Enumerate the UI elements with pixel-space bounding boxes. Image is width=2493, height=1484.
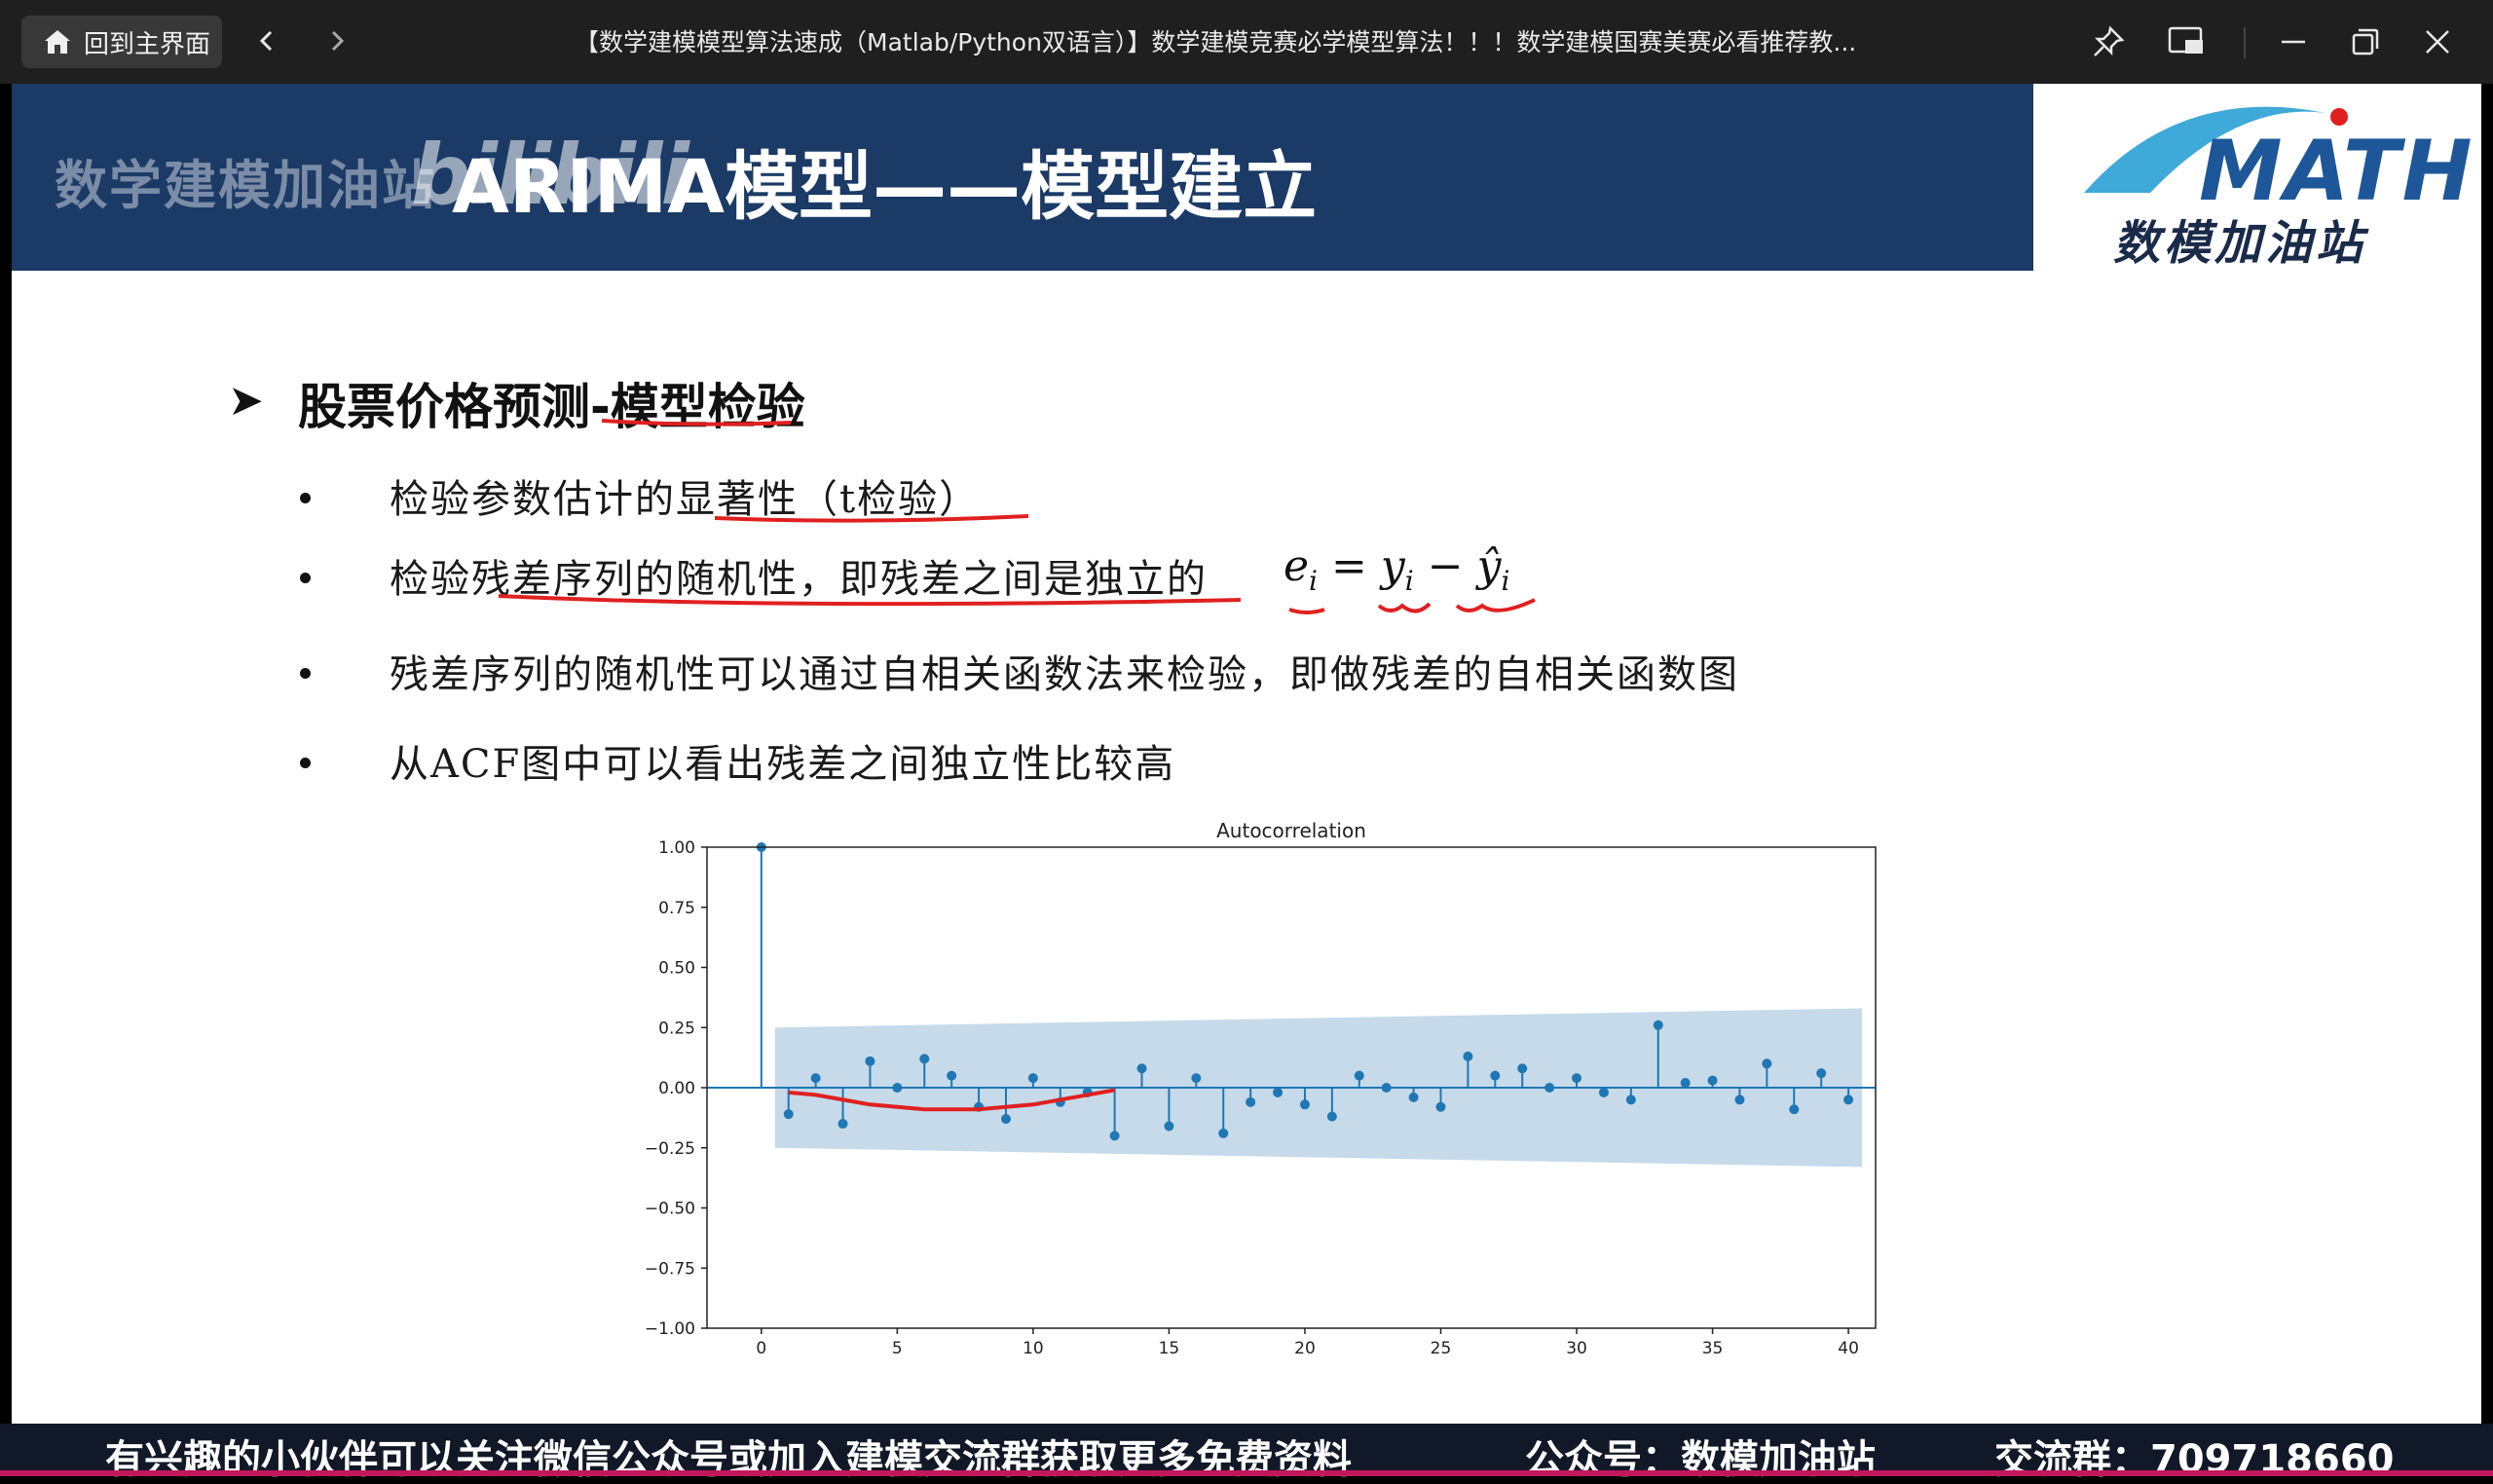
chevron-right-icon bbox=[331, 30, 345, 52]
bullet-3: 残差序列的随机性可以通过自相关函数法来检验，即做残差的自相关函数图 bbox=[390, 652, 1739, 697]
y-tick-label: 1.00 bbox=[658, 838, 695, 858]
acf-point-13 bbox=[1109, 1131, 1120, 1141]
acf-point-7 bbox=[947, 1070, 957, 1081]
acf-point-27 bbox=[1490, 1070, 1501, 1081]
acf-chart-svg: 1.00 0.75 0.50 0.25 0.00 −0.25 −0.50 −0.75 −1.00… bbox=[617, 816, 1887, 1371]
acf-point-16 bbox=[1191, 1073, 1202, 1084]
home-button-label: 回到主界面 bbox=[84, 29, 211, 59]
pin-icon bbox=[2094, 25, 2125, 56]
acf-point-31 bbox=[1598, 1087, 1609, 1097]
home-button[interactable]: 回到主界面 bbox=[21, 16, 222, 68]
acf-point-38 bbox=[1789, 1104, 1800, 1115]
slide-title: ARIMA模型——模型建立 bbox=[452, 143, 1318, 230]
pin-button[interactable] bbox=[2086, 19, 2131, 64]
acf-point-36 bbox=[1734, 1094, 1745, 1105]
y-tick-label: −0.50 bbox=[645, 1200, 695, 1219]
x-tick-label: 10 bbox=[1023, 1339, 1044, 1358]
window-title: 【数学建模模型算法速成（Matlab/Python双语言）】数学建模竞赛必学模型… bbox=[575, 28, 1857, 56]
acf-chart: 1.00 0.75 0.50 0.25 0.00 −0.25 −0.50 −0.75 −1.00… bbox=[617, 816, 1887, 1371]
back-button[interactable] bbox=[247, 21, 286, 60]
x-tick-label: 30 bbox=[1566, 1339, 1587, 1358]
logo-subtitle: 数模加油站 bbox=[2113, 216, 2367, 271]
home-icon bbox=[43, 27, 72, 56]
bullet-1: 检验参数估计的显著性（t检验） bbox=[390, 477, 981, 522]
bullet-dot bbox=[300, 758, 311, 768]
acf-point-5 bbox=[892, 1083, 903, 1093]
titlebar-divider bbox=[2244, 27, 2246, 58]
y-tick-label: 0.25 bbox=[658, 1019, 695, 1038]
minimize-icon bbox=[2282, 40, 2305, 44]
acf-point-4 bbox=[865, 1056, 875, 1066]
close-button[interactable] bbox=[2415, 19, 2460, 64]
x-tick-label: 15 bbox=[1159, 1339, 1180, 1358]
watermark-text: 数学建模加油站 bbox=[55, 155, 436, 216]
y-tick-label: 0.50 bbox=[658, 959, 695, 979]
close-icon bbox=[2426, 30, 2449, 54]
picture-in-picture-button[interactable] bbox=[2164, 19, 2209, 64]
acf-point-28 bbox=[1517, 1063, 1528, 1074]
y-tick-label: 0.00 bbox=[658, 1079, 695, 1098]
acf-point-9 bbox=[1000, 1114, 1011, 1125]
x-tick-label: 40 bbox=[1838, 1339, 1859, 1358]
acf-point-2 bbox=[810, 1073, 821, 1084]
acf-point-30 bbox=[1572, 1073, 1582, 1084]
slide-canvas: 数学建模加油站 bilibili ARIMA模型——模型建立 MATH 数模加油… bbox=[12, 84, 2481, 1424]
bottom-accent-line bbox=[0, 1470, 2493, 1476]
acf-point-19 bbox=[1273, 1087, 1284, 1097]
restore-icon bbox=[2352, 28, 2379, 56]
acf-point-21 bbox=[1326, 1111, 1337, 1122]
chevron-left-icon bbox=[259, 30, 273, 52]
acf-point-3 bbox=[837, 1119, 848, 1130]
y-tick-label: −1.00 bbox=[645, 1319, 695, 1339]
x-tick-label: 5 bbox=[892, 1339, 903, 1358]
bullet-dot bbox=[300, 493, 311, 503]
acf-point-26 bbox=[1463, 1051, 1473, 1061]
acf-point-22 bbox=[1354, 1070, 1364, 1081]
acf-point-20 bbox=[1299, 1099, 1310, 1110]
x-tick-label: 0 bbox=[756, 1339, 766, 1358]
acf-point-23 bbox=[1381, 1083, 1392, 1093]
acf-point-25 bbox=[1435, 1101, 1446, 1112]
section-heading: 股票价格预测-模型检验 bbox=[298, 379, 805, 435]
section-arrow-icon: ➤ bbox=[228, 376, 264, 426]
x-tick-label: 20 bbox=[1294, 1339, 1316, 1358]
y-tick-label: −0.25 bbox=[645, 1139, 695, 1159]
acf-point-15 bbox=[1164, 1121, 1174, 1132]
window-titlebar: 回到主界面 【数学建模模型算法速成（Matlab/Python双语言）】数学建模… bbox=[0, 0, 2493, 84]
acf-point-6 bbox=[919, 1054, 930, 1064]
acf-point-29 bbox=[1544, 1083, 1555, 1093]
acf-point-34 bbox=[1680, 1078, 1691, 1089]
bullet-2: 检验残差序列的随机性，即残差之间是独立的 bbox=[390, 557, 1208, 602]
acf-point-37 bbox=[1762, 1058, 1772, 1069]
acf-point-33 bbox=[1653, 1020, 1663, 1030]
acf-point-17 bbox=[1218, 1128, 1229, 1138]
minimize-button[interactable] bbox=[2271, 19, 2316, 64]
y-tick-label: −0.75 bbox=[645, 1259, 695, 1279]
forward-button[interactable] bbox=[317, 21, 356, 60]
bullet-dot bbox=[300, 668, 311, 679]
pip-icon bbox=[2168, 26, 2203, 54]
acf-point-18 bbox=[1246, 1096, 1256, 1107]
y-tick-label: 0.75 bbox=[658, 899, 695, 918]
acf-point-14 bbox=[1136, 1063, 1147, 1074]
acf-point-24 bbox=[1408, 1092, 1419, 1102]
x-tick-label: 25 bbox=[1431, 1339, 1452, 1358]
acf-point-32 bbox=[1625, 1094, 1636, 1105]
chart-title: Autocorrelation bbox=[1216, 819, 1366, 842]
acf-point-1 bbox=[783, 1109, 794, 1120]
bullet-4: 从ACF图中可以看出残差之间独立性比较高 bbox=[390, 742, 1176, 787]
caption-bar: 有兴趣的小伙伴可以关注微信公众号或加入建模交流群获取更多免费资料 公众号：数模加… bbox=[0, 1424, 2493, 1482]
restore-button[interactable] bbox=[2343, 19, 2388, 64]
slide-header: 数学建模加油站 bilibili ARIMA模型——模型建立 bbox=[12, 84, 2033, 271]
acf-point-35 bbox=[1707, 1075, 1718, 1086]
bullet-dot bbox=[300, 573, 311, 583]
residual-formula: ei = yi − ŷi bbox=[1284, 541, 1510, 597]
acf-point-10 bbox=[1027, 1073, 1038, 1084]
math-logo: MATH 数模加油站 bbox=[2033, 84, 2481, 271]
x-tick-label: 35 bbox=[1702, 1339, 1724, 1358]
acf-point-40 bbox=[1843, 1094, 1854, 1105]
acf-point-39 bbox=[1816, 1068, 1827, 1079]
